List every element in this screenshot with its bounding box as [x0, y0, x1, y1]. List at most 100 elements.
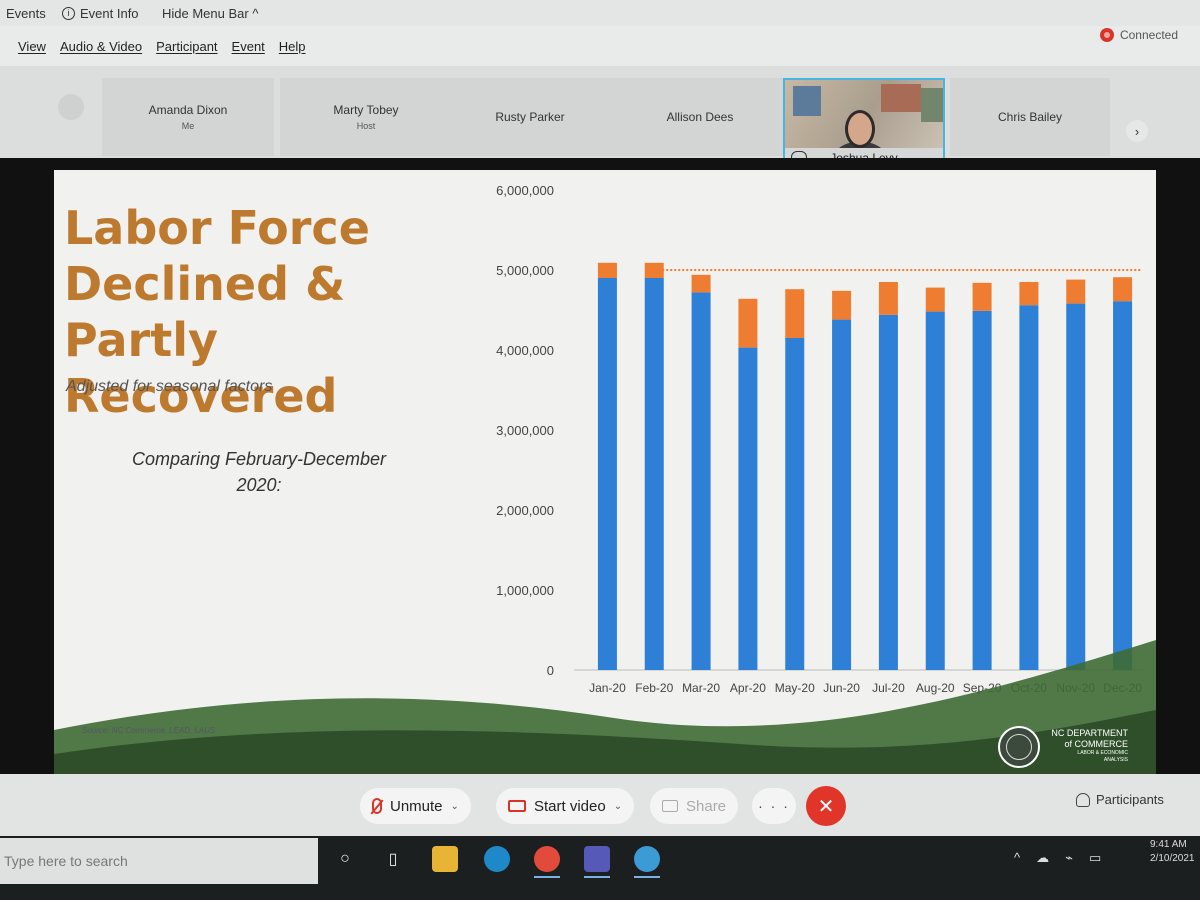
next-participants-button[interactable]: › — [1126, 120, 1148, 142]
participant-tile[interactable]: Rusty Parker — [444, 78, 616, 156]
x-tick-label: Oct-20 — [1011, 681, 1047, 695]
bar-segment — [878, 282, 898, 315]
menu-view[interactable]: View — [18, 39, 46, 54]
compare-line: Comparing February-December — [131, 449, 387, 469]
y-tick-label: 3,000,000 — [496, 423, 554, 438]
system-tray: ^ ☁ ⌁ ▭ — [1014, 850, 1101, 866]
unmute-button[interactable]: Unmute ⌄ — [360, 788, 471, 824]
chrome-icon[interactable] — [534, 846, 560, 878]
menu-audio-video[interactable]: Audio & Video — [60, 39, 142, 54]
bar-segment — [785, 338, 805, 670]
active-speaker-tile[interactable]: Joshua Levy — [783, 78, 945, 170]
edge-icon[interactable] — [484, 846, 510, 872]
presentation-slide: Labor Force Declined & Partly Recovered … — [54, 170, 1156, 774]
bar-segment — [832, 290, 852, 320]
file-explorer-icon[interactable] — [432, 846, 458, 872]
bar-segment — [785, 289, 805, 338]
slide-title-line: Recovered — [64, 369, 338, 423]
top-bar: Events i Event Info Hide Menu Bar ^ — [0, 0, 1200, 26]
network-icon[interactable]: ⌁ — [1065, 850, 1073, 866]
chevron-down-icon[interactable]: ⌄ — [451, 801, 459, 812]
nc-commerce-wordmark: NC DEPARTMENT of COMMERCE LABOR & ECONOM… — [1044, 728, 1128, 764]
event-info-button[interactable]: i Event Info — [56, 6, 156, 21]
x-tick-label: Jun-20 — [823, 681, 860, 695]
person-icon — [1076, 792, 1090, 807]
close-icon: ✕ — [817, 795, 835, 818]
display-icon[interactable]: ▭ — [1089, 850, 1101, 866]
bar-segment — [691, 292, 711, 670]
menu-event[interactable]: Event — [232, 39, 265, 54]
participant-tile[interactable]: Allison Dees — [614, 78, 786, 156]
participant-name: Chris Bailey — [997, 110, 1063, 124]
org-line: ANALYSIS — [1103, 757, 1128, 763]
bar-segment — [738, 298, 758, 348]
bar-segment — [972, 282, 992, 311]
task-view-icon[interactable]: ▯ — [380, 846, 406, 872]
x-tick-label: Sep-20 — [963, 681, 1002, 695]
onedrive-icon[interactable]: ☁ — [1036, 850, 1049, 866]
bar-segment — [878, 314, 898, 670]
org-line: LABOR & ECONOMIC — [1077, 750, 1128, 756]
bar-segment — [1019, 305, 1039, 670]
chevron-up-icon[interactable]: ^ — [1014, 850, 1020, 866]
hide-menu-bar-button[interactable]: Hide Menu Bar ^ — [156, 6, 258, 21]
teams-icon[interactable] — [584, 846, 610, 878]
participants-button[interactable]: Participants — [1076, 792, 1164, 807]
x-tick-label: May-20 — [775, 681, 815, 695]
slide-title-line: Declined & Partly — [64, 257, 346, 367]
share-button[interactable]: Share — [650, 788, 739, 824]
events-tab[interactable]: Events — [0, 6, 56, 21]
start-video-button[interactable]: Start video ⌄ — [496, 788, 635, 824]
windows-taskbar: Type here to search ○ ▯ ^ ☁ ⌁ ▭ 9:41 AM … — [0, 836, 1200, 900]
bar-segment — [925, 287, 945, 312]
app-window: Events i Event Info Hide Menu Bar ^ View… — [0, 0, 1200, 900]
participant-tile[interactable]: Chris Bailey — [950, 78, 1110, 156]
speaker-head — [845, 110, 875, 148]
participant-name: Amanda Dixon — [148, 103, 228, 117]
y-tick-label: 2,000,000 — [496, 503, 554, 518]
share-icon — [662, 800, 678, 812]
compare-line: 2020: — [236, 475, 282, 495]
y-tick-label: 6,000,000 — [496, 183, 554, 198]
taskbar-search-input[interactable]: Type here to search — [0, 838, 318, 884]
org-line: NC DEPARTMENT — [1051, 728, 1128, 738]
video-background-item — [921, 88, 943, 122]
participant-tile[interactable]: Amanda Dixon Me — [102, 78, 274, 156]
bar-segment — [1113, 277, 1133, 302]
x-tick-label: Jul-20 — [872, 681, 905, 695]
participants-label: Participants — [1096, 792, 1164, 807]
previous-participants-button[interactable] — [58, 94, 84, 120]
participant-strip: Amanda Dixon Me Marty Tobey Host Rusty P… — [0, 66, 1200, 170]
x-tick-label: Aug-20 — [916, 681, 955, 695]
y-tick-label: 0 — [547, 663, 554, 678]
camera-off-icon — [508, 800, 526, 812]
menu-help[interactable]: Help — [279, 39, 306, 54]
cortana-icon[interactable]: ○ — [332, 846, 358, 872]
share-label: Share — [686, 797, 727, 815]
slide-subtitle: Adjusted for seasonal factors — [66, 378, 273, 395]
participant-name: Rusty Parker — [495, 110, 565, 124]
chevron-down-icon[interactable]: ⌄ — [614, 801, 622, 812]
unmute-label: Unmute — [390, 797, 443, 815]
start-video-label: Start video — [534, 797, 606, 815]
events-label: Events — [6, 5, 46, 21]
more-options-button[interactable]: · · · — [752, 788, 796, 824]
bar-segment — [1113, 301, 1133, 670]
webex-icon[interactable] — [634, 846, 660, 878]
taskbar-clock[interactable]: 9:41 AM 2/10/2021 — [1150, 838, 1200, 866]
leave-meeting-button[interactable]: ✕ — [806, 786, 846, 826]
nc-seal-logo — [998, 726, 1040, 768]
bar-segment — [972, 310, 992, 670]
microphone-muted-icon — [372, 798, 382, 814]
y-tick-label: 5,000,000 — [496, 263, 554, 278]
bar-segment — [925, 311, 945, 670]
menu-participant[interactable]: Participant — [156, 39, 217, 54]
menu-bar: View Audio & Video Participant Event Hel… — [0, 30, 1200, 62]
connection-status-label: Connected — [1119, 28, 1178, 42]
shared-content-area: Labor Force Declined & Partly Recovered … — [0, 158, 1200, 774]
participant-tile[interactable]: Marty Tobey Host — [280, 78, 452, 156]
slide-source: Source: NC Commerce, LEAD, LAUS — [82, 726, 216, 735]
bar-segment — [1066, 279, 1086, 304]
y-tick-label: 1,000,000 — [496, 583, 554, 598]
connection-status: Connected — [1099, 28, 1178, 42]
